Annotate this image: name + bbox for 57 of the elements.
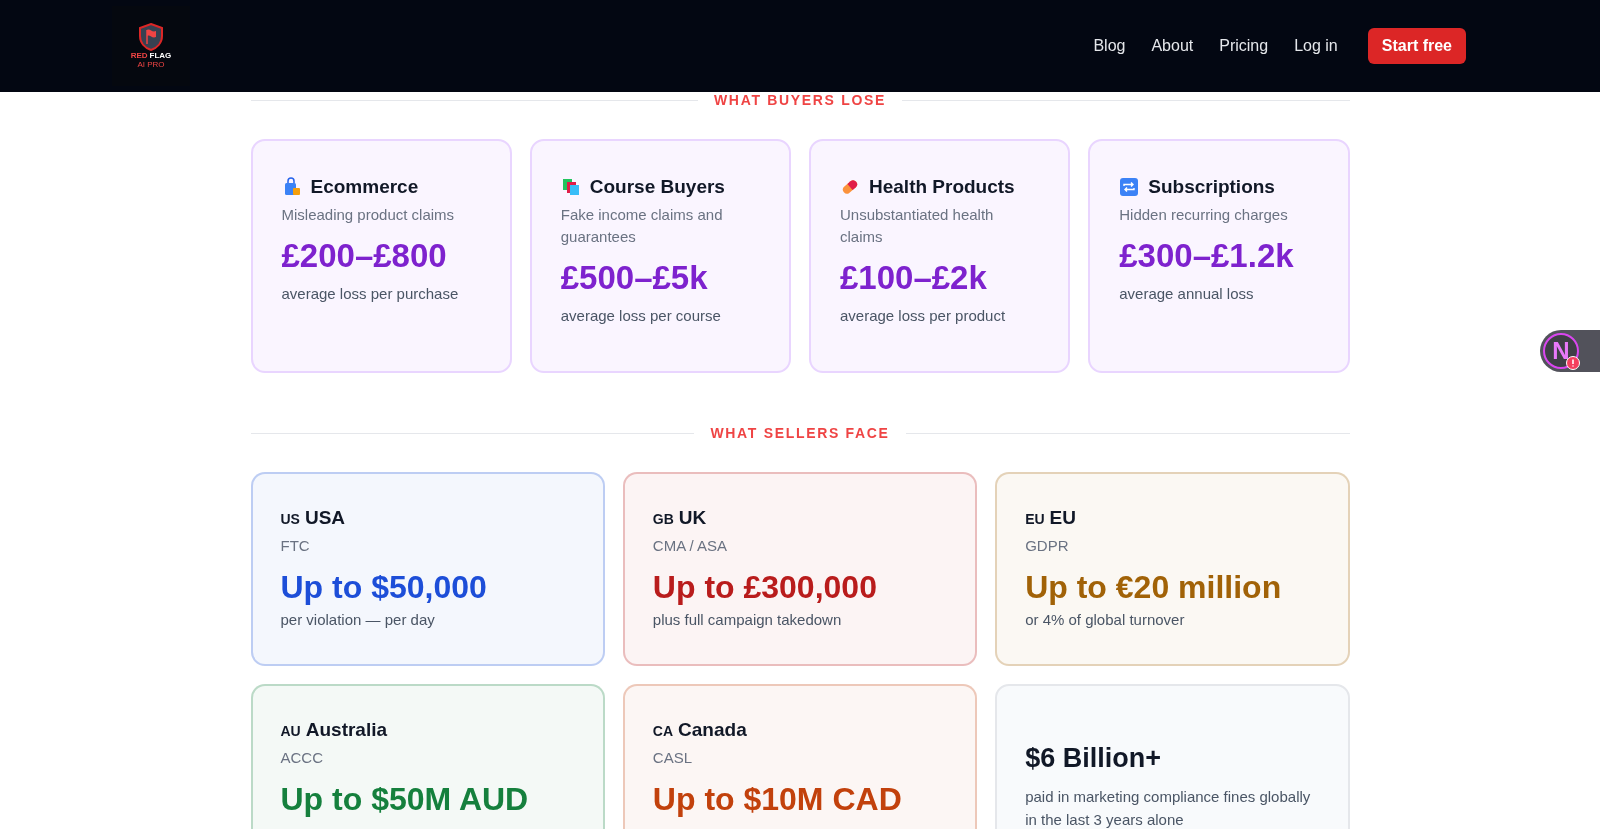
card-title: Ecommerce bbox=[310, 175, 419, 199]
country-name: Australia bbox=[305, 718, 388, 742]
card-subtitle: Misleading product claims bbox=[281, 204, 456, 225]
card-subtitle: Unsubstantiated health claims bbox=[840, 204, 995, 247]
loss-amount: £200–£800 bbox=[281, 235, 448, 275]
regulator: CASL bbox=[652, 747, 693, 768]
loss-amount: £300–£1.2k bbox=[1119, 235, 1295, 275]
stat-description: paid in marketing compliance fines globally in the last 3 years alone bbox=[1025, 786, 1312, 829]
card-note: average loss per purchase bbox=[281, 283, 460, 304]
nav-link[interactable]: Log in bbox=[1294, 34, 1338, 58]
start-free-button[interactable]: Start free bbox=[1367, 28, 1466, 64]
books-icon bbox=[560, 177, 581, 198]
regulator: ACCC bbox=[280, 747, 324, 768]
floating-widget[interactable]: N bbox=[1540, 330, 1600, 372]
fine-amount: Up to $50M AUD bbox=[280, 780, 530, 819]
shield-flag-icon bbox=[138, 23, 164, 51]
country-name: USA bbox=[304, 506, 346, 530]
regulator: GDPR bbox=[1025, 535, 1070, 556]
stat-value: $6 Billion+ bbox=[1025, 742, 1162, 775]
card-note: plus full campaign takedown bbox=[652, 610, 843, 630]
card-title: Course Buyers bbox=[589, 175, 725, 199]
card-note: average annual loss bbox=[1119, 283, 1255, 304]
fine-amount: Up to $10M CAD bbox=[652, 780, 903, 819]
fine-amount: Up to £300,000 bbox=[652, 568, 878, 607]
nav-link[interactable]: About bbox=[1151, 34, 1194, 58]
nav-link[interactable]: Pricing bbox=[1219, 34, 1269, 58]
country-name: Canada bbox=[678, 718, 747, 742]
alert-icon bbox=[1566, 356, 1580, 370]
logo-word: FLAG bbox=[149, 52, 172, 60]
widget-letter: N bbox=[1552, 339, 1570, 363]
logo-word: RED bbox=[130, 52, 148, 60]
card-title: Health Products bbox=[869, 175, 1015, 199]
country-name: EU bbox=[1049, 506, 1076, 530]
repeat-icon bbox=[1119, 177, 1140, 198]
card-note: average loss per product bbox=[840, 305, 1007, 326]
card-note: average loss per course bbox=[560, 305, 722, 326]
card-note: or 4% of global turnover bbox=[1025, 610, 1186, 630]
country-code: AU bbox=[280, 722, 301, 741]
card-note: per violation — per day bbox=[280, 610, 436, 630]
fine-amount: Up to $50,000 bbox=[280, 568, 488, 607]
nav-link[interactable]: Blog bbox=[1093, 34, 1126, 58]
card-subtitle: Hidden recurring charges bbox=[1119, 204, 1289, 225]
logo-tagline: AI PRO bbox=[137, 61, 165, 69]
section-heading: WHAT BUYERS LOSE bbox=[713, 91, 887, 110]
section-heading: WHAT SELLERS FACE bbox=[710, 424, 890, 443]
card-title: Subscriptions bbox=[1148, 175, 1275, 199]
country-code: CA bbox=[652, 722, 674, 741]
regulator: CMA / ASA bbox=[652, 535, 729, 556]
loss-amount: £500–£5k bbox=[560, 257, 709, 297]
country-code: US bbox=[280, 510, 300, 529]
fine-amount: Up to €20 million bbox=[1025, 568, 1283, 607]
country-code: GB bbox=[652, 510, 674, 529]
country-code: EU bbox=[1025, 510, 1045, 529]
card-subtitle: Fake income claims and guarantees bbox=[560, 204, 724, 247]
regulator: FTC bbox=[280, 535, 311, 556]
loss-amount: £100–£2k bbox=[840, 257, 988, 297]
country-name: UK bbox=[678, 506, 707, 530]
